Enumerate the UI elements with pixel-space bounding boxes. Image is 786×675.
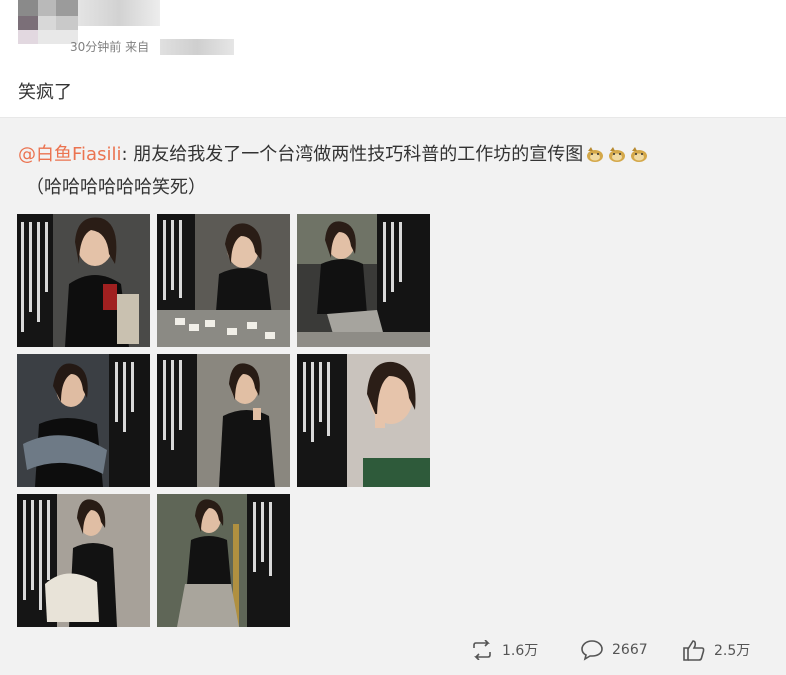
thumbs-up-icon bbox=[683, 640, 705, 661]
repost-author-link[interactable]: @白鱼Fiasili bbox=[18, 144, 121, 165]
username-blurred bbox=[78, 0, 160, 26]
doge-emoji-icon bbox=[587, 147, 604, 162]
repost-text-continued: （哈哈哈哈哈哈笑死） bbox=[26, 177, 206, 198]
repost-icon bbox=[473, 640, 491, 660]
like-count: 2.5万 bbox=[714, 643, 751, 659]
like-action[interactable]: 2.5万 bbox=[682, 636, 750, 664]
comment-count: 2667 bbox=[612, 642, 648, 658]
image-thumb-7[interactable] bbox=[17, 494, 150, 627]
repost-text: 朋友给我发了一个台湾做两性技巧科普的工作坊的宣传图 bbox=[133, 144, 584, 165]
weibo-card: 30分钟前 来自 笑疯了 @白鱼Fiasili: 朋友给我发了一个台湾做两性技巧… bbox=[0, 0, 786, 675]
repost-colon: : bbox=[121, 144, 134, 165]
repost-count: 1.6万 bbox=[502, 643, 539, 659]
repost-action[interactable]: 1.6万 bbox=[470, 636, 538, 664]
post-timestamp: 30分钟前 来自 bbox=[70, 40, 150, 54]
image-thumb-3[interactable] bbox=[297, 214, 430, 347]
post-header: 30分钟前 来自 笑疯了 bbox=[0, 0, 786, 118]
doge-emoji-icon bbox=[631, 147, 648, 162]
avatar[interactable] bbox=[18, 0, 78, 44]
image-thumb-4[interactable] bbox=[17, 354, 150, 487]
post-text: 笑疯了 bbox=[18, 82, 72, 103]
doge-emoji-icon bbox=[609, 147, 626, 162]
image-thumb-5[interactable] bbox=[157, 354, 290, 487]
image-thumb-8[interactable] bbox=[157, 494, 290, 627]
divider bbox=[0, 117, 786, 118]
image-thumb-6[interactable] bbox=[297, 354, 430, 487]
source-blurred bbox=[160, 39, 234, 55]
repost-content: @白鱼Fiasili: 朋友给我发了一个台湾做两性技巧科普的工作坊的宣传图 bbox=[18, 140, 649, 166]
comment-icon bbox=[581, 640, 603, 661]
comment-action[interactable]: 2667 bbox=[580, 636, 648, 664]
image-thumb-1[interactable] bbox=[17, 214, 150, 347]
image-thumb-2[interactable] bbox=[157, 214, 290, 347]
